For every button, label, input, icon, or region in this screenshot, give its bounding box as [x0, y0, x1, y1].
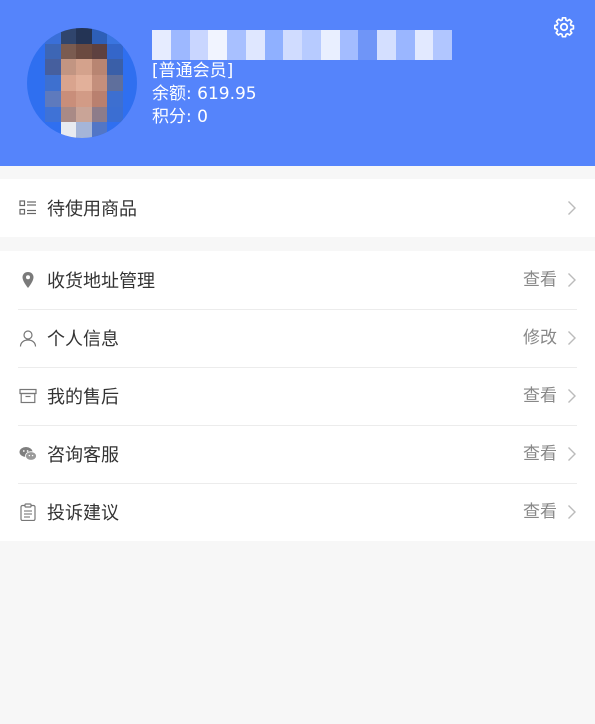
edit-link[interactable]: 修改 — [523, 309, 557, 367]
menu-item-label: 咨询客服 — [47, 445, 119, 466]
pending-card: 待使用商品 — [0, 179, 595, 237]
menu-item-pending-goods[interactable]: 待使用商品 — [0, 179, 595, 237]
view-link[interactable]: 查看 — [523, 483, 557, 541]
profile-header: [普通会员] 余额: 619.95 积分: 0 — [0, 0, 595, 166]
points: 积分: 0 — [152, 107, 208, 127]
balance: 余额: 619.95 — [152, 84, 257, 104]
menu-item-label: 我的售后 — [47, 387, 119, 408]
avatar[interactable] — [27, 28, 137, 138]
location-pin-icon — [19, 271, 37, 289]
menu-item-label: 收货地址管理 — [47, 271, 155, 292]
view-link[interactable]: 查看 — [523, 425, 557, 483]
avatar-image — [45, 28, 123, 138]
view-link[interactable]: 查看 — [523, 251, 557, 309]
menu-card: 收货地址管理 查看 个人信息 修改 我的售后 查看 咨询客服 查看 投诉建议 查… — [0, 251, 595, 541]
chevron-right-icon — [568, 505, 576, 519]
menu-item-profile[interactable]: 个人信息 修改 — [0, 309, 595, 367]
person-icon — [19, 329, 37, 347]
clipboard-icon — [19, 503, 37, 521]
menu-item-label: 投诉建议 — [47, 503, 119, 524]
menu-item-label: 待使用商品 — [47, 199, 137, 220]
member-level: [普通会员] — [152, 61, 234, 81]
chevron-right-icon — [568, 201, 576, 215]
view-link[interactable]: 查看 — [523, 367, 557, 425]
list-icon — [19, 199, 37, 217]
archive-box-icon — [19, 387, 37, 405]
chevron-right-icon — [568, 389, 576, 403]
menu-item-aftersale[interactable]: 我的售后 查看 — [0, 367, 595, 425]
menu-item-label: 个人信息 — [47, 329, 119, 350]
gear-icon[interactable] — [553, 16, 575, 38]
chevron-right-icon — [568, 447, 576, 461]
chevron-right-icon — [568, 273, 576, 287]
menu-item-service[interactable]: 咨询客服 查看 — [0, 425, 595, 483]
menu-item-complaint[interactable]: 投诉建议 查看 — [0, 483, 595, 541]
menu-item-address[interactable]: 收货地址管理 查看 — [0, 251, 595, 309]
chevron-right-icon — [568, 331, 576, 345]
username-mosaic — [152, 30, 452, 60]
wechat-chat-icon — [19, 445, 37, 463]
user-info: [普通会员] 余额: 619.95 积分: 0 — [152, 60, 257, 129]
